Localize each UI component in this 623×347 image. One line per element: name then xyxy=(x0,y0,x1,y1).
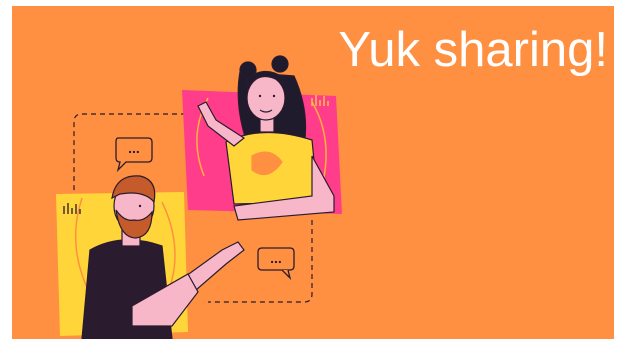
slide-headline: Yuk sharing! xyxy=(338,23,608,77)
slide-canvas: ... ... Yuk sharing! xyxy=(12,6,614,339)
chat-bubble-bottom-dots: ... xyxy=(270,250,282,266)
chat-bubble-top-dots: ... xyxy=(128,140,140,156)
